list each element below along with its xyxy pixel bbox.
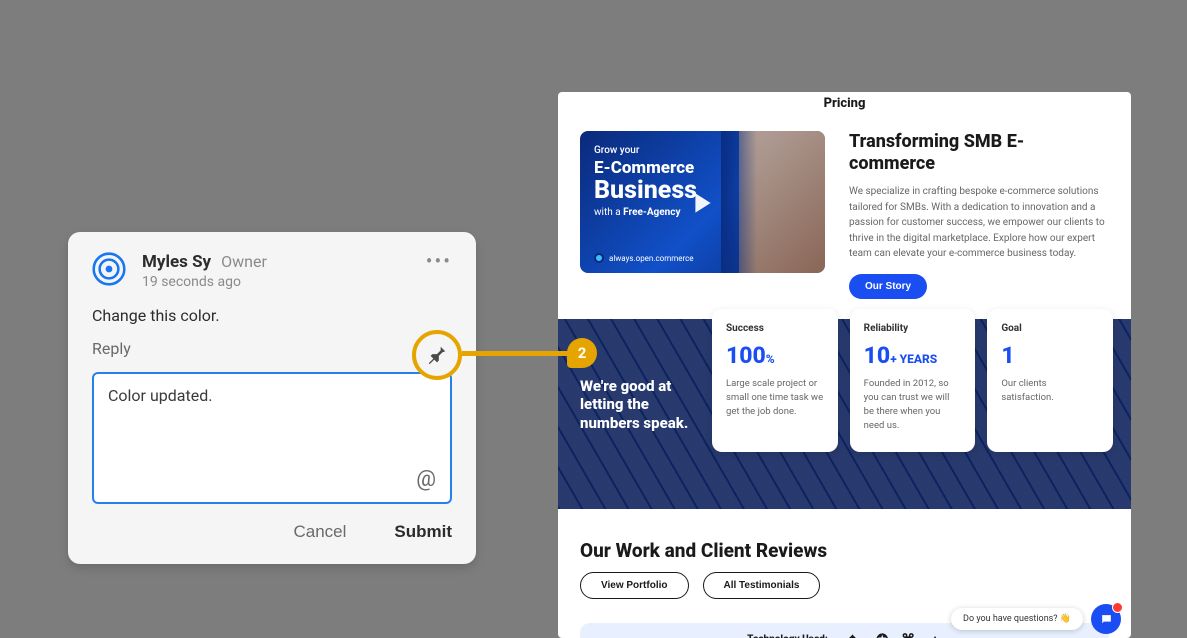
hero-desc: We specialize in crafting bespoke e-comm… — [849, 184, 1109, 262]
pin-marker[interactable]: 2 — [567, 338, 597, 368]
pin-number: 2 — [578, 344, 587, 362]
cancel-button[interactable]: Cancel — [293, 522, 346, 542]
reviews-title: Our Work and Client Reviews — [580, 539, 1109, 562]
stat-number: 100% — [726, 342, 824, 369]
comment-card: Myles Sy Owner 19 seconds ago ••• Change… — [68, 232, 476, 564]
stat-number: 10+ YEARS — [864, 342, 962, 369]
our-story-button[interactable]: Our Story — [849, 274, 927, 299]
play-icon[interactable] — [685, 187, 717, 219]
reviews-buttons: View Portfolio All Testimonials — [580, 572, 1109, 599]
comment-role: Owner — [221, 252, 267, 271]
chat-widget: Do you have questions? 👋 — [951, 604, 1121, 634]
stats-headline: We're good at letting the numbers speak. — [580, 377, 698, 433]
reply-label: Reply — [92, 339, 452, 358]
stat-number: 1 — [1001, 342, 1099, 369]
comment-meta: Myles Sy Owner 19 seconds ago — [142, 252, 426, 290]
stat-desc: Our clients satisfaction. — [1001, 377, 1099, 406]
hero-title: Transforming SMB E-commerce — [849, 131, 1109, 174]
banner-sub-prefix: with a — [594, 207, 623, 218]
stat-cards: Success 100% Large scale project or smal… — [712, 309, 1113, 452]
hero-text: Transforming SMB E-commerce We specializ… — [849, 131, 1109, 299]
reply-input[interactable]: Color updated. — [108, 386, 436, 466]
reviews-section: Our Work and Client Reviews View Portfol… — [558, 509, 1131, 609]
comment-body: Change this color. — [92, 306, 452, 325]
tech-icon-1: ◢◣ — [842, 632, 864, 638]
stats-section: We're good at letting the numbers speak.… — [558, 319, 1131, 509]
banner-brand: always.open.commerce — [594, 253, 694, 263]
stat-card-reliability: Reliability 10+ YEARS Founded in 2012, s… — [850, 309, 976, 452]
comment-author: Myles Sy — [142, 252, 211, 272]
stat-card-success: Success 100% Large scale project or smal… — [712, 309, 838, 452]
more-menu-icon[interactable]: ••• — [426, 252, 452, 266]
hero-photo — [739, 131, 825, 273]
brand-dot-icon — [594, 253, 604, 263]
stat-label: Success — [726, 323, 824, 334]
comment-header: Myles Sy Owner 19 seconds ago ••• — [92, 252, 452, 290]
pin-connector-line — [462, 351, 570, 356]
stat-desc: Founded in 2012, so you can trust we wil… — [864, 377, 962, 434]
stat-desc: Large scale project or small one time ta… — [726, 377, 824, 420]
nav-pricing-link[interactable]: Pricing — [558, 92, 1131, 111]
comment-actions: Cancel Submit — [92, 522, 452, 542]
chat-prompt[interactable]: Do you have questions? 👋 — [951, 608, 1083, 630]
hero-banner[interactable]: Grow your E-Commerce Business with a Fre… — [580, 131, 825, 273]
tech-label: Technology Used: — [747, 634, 828, 638]
mention-icon[interactable]: @ — [416, 467, 436, 492]
submit-button[interactable]: Submit — [394, 522, 452, 542]
stat-label: Goal — [1001, 323, 1099, 334]
brand-text: always.open.commerce — [609, 254, 694, 263]
avatar — [92, 252, 126, 286]
stat-card-goal: Goal 1 Our clients satisfaction. — [987, 309, 1113, 452]
comment-timestamp: 19 seconds ago — [142, 274, 426, 290]
tech-icon-4: ▲ — [928, 631, 942, 638]
pin-handle[interactable] — [412, 330, 462, 380]
stat-label: Reliability — [864, 323, 962, 334]
chat-icon — [1100, 613, 1113, 626]
tech-icon-2: ✪ — [876, 632, 888, 638]
hero-section: Grow your E-Commerce Business with a Fre… — [558, 111, 1131, 311]
pin-icon — [426, 344, 448, 366]
tech-icon-3: ⌘ — [901, 632, 915, 638]
view-portfolio-button[interactable]: View Portfolio — [580, 572, 689, 599]
chat-launcher[interactable] — [1091, 604, 1121, 634]
preview-frame: Pricing Grow your E-Commerce Business wi… — [558, 92, 1131, 638]
reply-box[interactable]: Color updated. @ — [92, 372, 452, 504]
banner-sub-bold: Free-Agency — [623, 207, 680, 218]
all-testimonials-button[interactable]: All Testimonials — [703, 572, 821, 599]
tech-icons: ◢◣ ✪ ⌘ ▲ — [842, 631, 942, 638]
